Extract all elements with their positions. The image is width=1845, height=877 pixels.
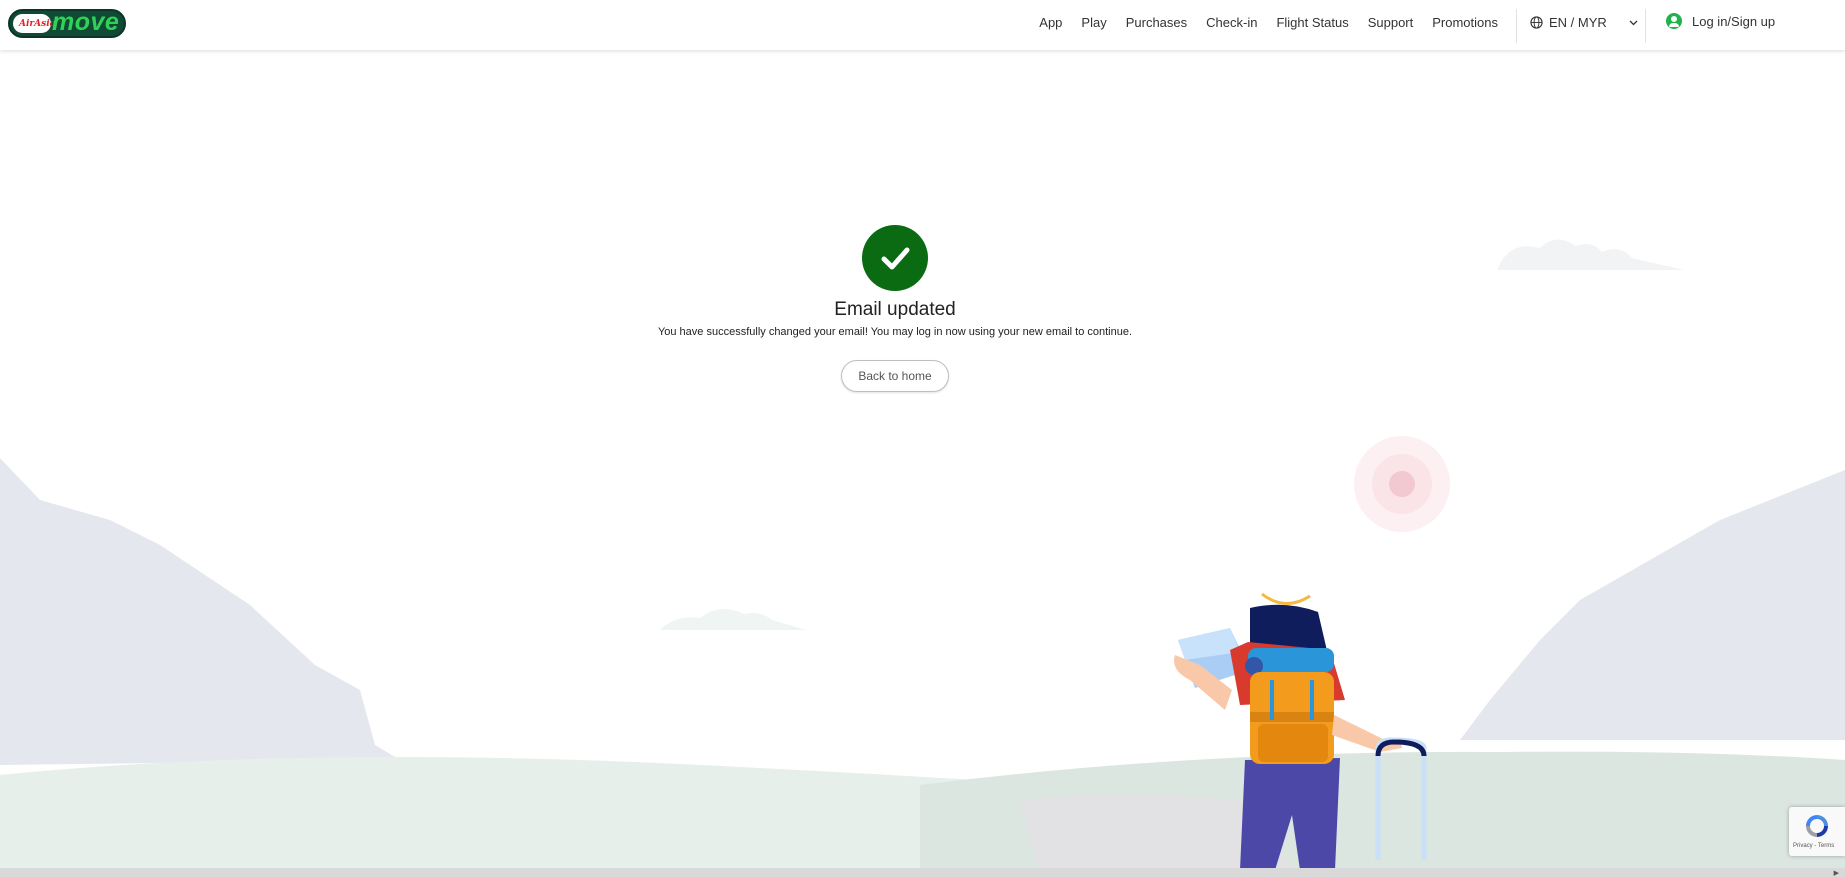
nav-app[interactable]: App	[1039, 15, 1062, 30]
globe-icon	[1530, 16, 1543, 29]
login-signup-label: Log in/Sign up	[1692, 13, 1776, 29]
login-signup-button[interactable]: Log in/Sign up	[1666, 13, 1775, 29]
page-title: Email updated	[834, 299, 956, 320]
chevron-down-icon	[1629, 20, 1638, 25]
scroll-right-arrow-icon[interactable]: ▶	[1834, 869, 1839, 877]
confirmation-panel: Email updated You have successfully chan…	[0, 225, 1790, 392]
nav-promotions[interactable]: Promotions	[1432, 15, 1498, 30]
recaptcha-badge[interactable]: Privacy - Terms	[1789, 807, 1845, 856]
logo-badge: AirAsia	[13, 14, 55, 33]
success-message: You have successfully changed your email…	[657, 326, 1133, 338]
language-currency-label: EN / MYR	[1549, 15, 1607, 30]
nav-purchases[interactable]: Purchases	[1126, 15, 1187, 30]
check-icon	[862, 225, 928, 291]
language-currency-selector[interactable]: EN / MYR	[1530, 15, 1638, 30]
background-illustration	[0, 239, 1845, 877]
recaptcha-icon	[1806, 815, 1828, 837]
nav-support[interactable]: Support	[1368, 15, 1414, 30]
logo-move-text: move	[52, 8, 120, 36]
horizontal-scrollbar[interactable]: ▶	[0, 868, 1845, 877]
nav-flight-status[interactable]: Flight Status	[1276, 15, 1348, 30]
main-nav: App Play Purchases Check-in Flight Statu…	[1039, 15, 1498, 30]
nav-divider	[1645, 9, 1646, 43]
nav-divider	[1516, 9, 1517, 43]
user-icon	[1666, 13, 1682, 29]
top-navbar: AirAsia move App Play Purchases Check-in…	[0, 0, 1845, 50]
recaptcha-terms: Privacy - Terms	[1793, 843, 1835, 849]
airasia-move-logo[interactable]: AirAsia move	[8, 8, 126, 38]
logo-airasia-text: AirAsia	[19, 19, 56, 29]
back-to-home-button[interactable]: Back to home	[841, 360, 949, 392]
nav-play[interactable]: Play	[1081, 15, 1106, 30]
nav-check-in[interactable]: Check-in	[1206, 15, 1257, 30]
